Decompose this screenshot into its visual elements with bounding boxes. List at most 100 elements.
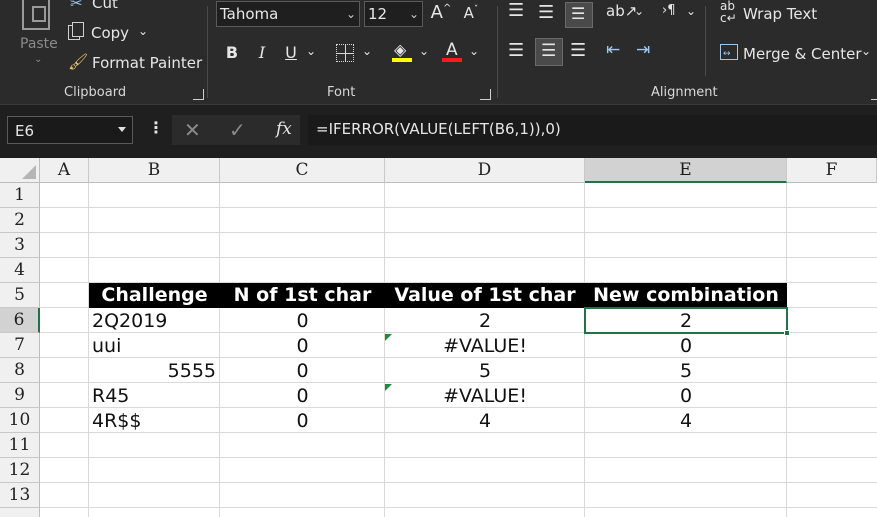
cell-c9[interactable]: 0	[220, 383, 385, 408]
paintbrush-icon: 🖌	[68, 52, 89, 71]
bold-button[interactable]: B	[222, 43, 242, 62]
fill-color-icon[interactable]: ◈	[392, 40, 414, 64]
cell-e8[interactable]: 5	[585, 358, 787, 383]
formula-input[interactable]: =IFERROR(VALUE(LEFT(B6,1)),0)	[308, 115, 877, 145]
row-header-4[interactable]: 4	[0, 258, 40, 283]
merge-center-button[interactable]: ↔ Merge & Center ⌄	[718, 42, 874, 66]
chevron-down-icon[interactable]: ⌄	[686, 4, 696, 18]
cell-d7[interactable]: #VALUE!	[385, 333, 585, 358]
gridline	[88, 183, 89, 517]
cell-b8[interactable]: 5555	[89, 358, 216, 383]
chevron-down-icon[interactable]: ⌄	[306, 44, 316, 58]
row-header-13[interactable]: 13	[0, 483, 40, 508]
cell-c8[interactable]: 0	[220, 358, 385, 383]
column-header-f[interactable]: F	[787, 158, 877, 183]
column-header-c[interactable]: C	[220, 158, 385, 183]
name-box-value: E6	[15, 122, 35, 140]
cut-button[interactable]: ✂ Cut	[68, 0, 148, 14]
column-header-b[interactable]: B	[89, 158, 220, 183]
cell-d8[interactable]: 5	[385, 358, 585, 383]
row-header-12[interactable]: 12	[0, 458, 40, 483]
row-header-7[interactable]: 7	[0, 333, 40, 358]
cell-d9[interactable]: #VALUE!	[385, 383, 585, 408]
row-header-14[interactable]	[0, 508, 40, 517]
format-painter-button[interactable]: 🖌 Format Painter	[66, 52, 202, 76]
header-cell-challenge[interactable]: Challenge	[89, 283, 220, 308]
middle-align-icon[interactable]: ☰	[538, 2, 554, 23]
chevron-down-icon[interactable]: ⌄	[469, 44, 479, 58]
row-header-1[interactable]: 1	[0, 183, 40, 208]
cell-e7[interactable]: 0	[585, 333, 787, 358]
select-all-corner[interactable]	[0, 158, 40, 183]
header-cell-n-of-1st-char[interactable]: N of 1st char	[220, 283, 385, 308]
italic-button[interactable]: I	[252, 43, 272, 62]
dialog-launcher-icon[interactable]	[871, 89, 877, 100]
underline-button[interactable]: U	[281, 43, 301, 62]
row-header-10[interactable]: 10	[0, 408, 40, 433]
worksheet-grid[interactable]: A B C D E F 1 2 3 4 5 6 7 8 9 10 11 12 1…	[0, 158, 877, 517]
more-options-icon[interactable]: ⋮	[148, 118, 164, 137]
font-name-value: Tahoma	[220, 5, 279, 23]
align-left-icon[interactable]: ☰	[508, 40, 524, 61]
decrease-font-size-button[interactable]: Aˇ	[458, 4, 484, 26]
merge-center-label: Merge & Center	[743, 45, 862, 63]
decrease-indent-icon[interactable]: ⇤	[606, 40, 620, 60]
cell-e9[interactable]: 0	[585, 383, 787, 408]
increase-font-size-button[interactable]: A^	[428, 2, 454, 24]
column-header-e[interactable]: E	[585, 158, 787, 183]
cell-c7[interactable]: 0	[220, 333, 385, 358]
align-right-icon[interactable]: ☰	[570, 40, 586, 61]
cell-b6[interactable]: 2Q2019	[92, 308, 219, 333]
copy-button[interactable]: Copy ⌄	[66, 22, 166, 46]
row-header-8[interactable]: 8	[0, 358, 40, 383]
chevron-down-icon: ⌄	[861, 44, 872, 58]
alignment-group-label: Alignment	[651, 85, 718, 100]
cell-d6[interactable]: 2	[385, 308, 585, 333]
row-header-9[interactable]: 9	[0, 383, 40, 408]
bottom-align-icon[interactable]: ☰	[565, 2, 593, 28]
font-color-icon[interactable]: A	[442, 40, 464, 64]
group-divider	[207, 6, 208, 98]
gridline	[40, 507, 877, 508]
fill-handle[interactable]	[784, 330, 790, 336]
cell-c10[interactable]: 0	[220, 408, 385, 433]
font-size-combo[interactable]: 12 ⌄	[364, 1, 423, 27]
row-header-6[interactable]: 6	[0, 308, 40, 333]
cell-b10[interactable]: 4R$$	[92, 408, 219, 433]
dialog-launcher-icon[interactable]	[480, 89, 491, 100]
column-header-a[interactable]: A	[40, 158, 89, 183]
enter-check-icon[interactable]: ✓	[229, 118, 246, 142]
paste-button[interactable]: Paste ⌄	[14, 0, 60, 74]
cell-e10[interactable]: 4	[585, 408, 787, 433]
row-header-11[interactable]: 11	[0, 433, 40, 458]
cell-d10[interactable]: 4	[385, 408, 585, 433]
cell-b9[interactable]: R45	[92, 383, 219, 408]
chevron-down-icon[interactable]: ⌄	[362, 44, 372, 58]
wrap-text-button[interactable]: ab c↵ Wrap Text	[718, 0, 838, 26]
name-box[interactable]: E6	[7, 116, 133, 144]
group-divider	[705, 6, 706, 76]
row-header-5[interactable]: 5	[0, 283, 40, 308]
wrap-text-label: Wrap Text	[743, 5, 818, 23]
dialog-launcher-icon[interactable]	[193, 89, 204, 100]
cancel-icon[interactable]: ✕	[184, 118, 201, 142]
cell-c6[interactable]: 0	[220, 308, 385, 333]
dropdown-arrow-icon	[118, 127, 126, 132]
chevron-down-icon[interactable]: ⌄	[419, 44, 429, 58]
cell-b7[interactable]: uui	[92, 333, 219, 358]
column-header-d[interactable]: D	[385, 158, 585, 183]
font-name-combo[interactable]: Tahoma ⌄	[216, 1, 360, 27]
top-align-icon[interactable]: ☰	[508, 0, 524, 21]
text-direction-icon[interactable]: ›¶	[662, 3, 675, 18]
align-center-icon[interactable]: ☰	[535, 38, 563, 66]
chevron-down-icon: ⌄	[138, 24, 149, 38]
header-cell-new-combination[interactable]: New combination	[585, 283, 787, 308]
chevron-down-icon[interactable]: ⌄	[634, 4, 644, 18]
insert-function-icon[interactable]: fx	[276, 119, 292, 139]
increase-indent-icon[interactable]: ⇥	[636, 40, 650, 60]
row-header-3[interactable]: 3	[0, 233, 40, 258]
row-header-2[interactable]: 2	[0, 208, 40, 233]
header-cell-value-of-1st-char[interactable]: Value of 1st char	[385, 283, 585, 308]
borders-icon[interactable]	[336, 44, 354, 62]
orientation-icon[interactable]: ab↗	[606, 2, 637, 20]
